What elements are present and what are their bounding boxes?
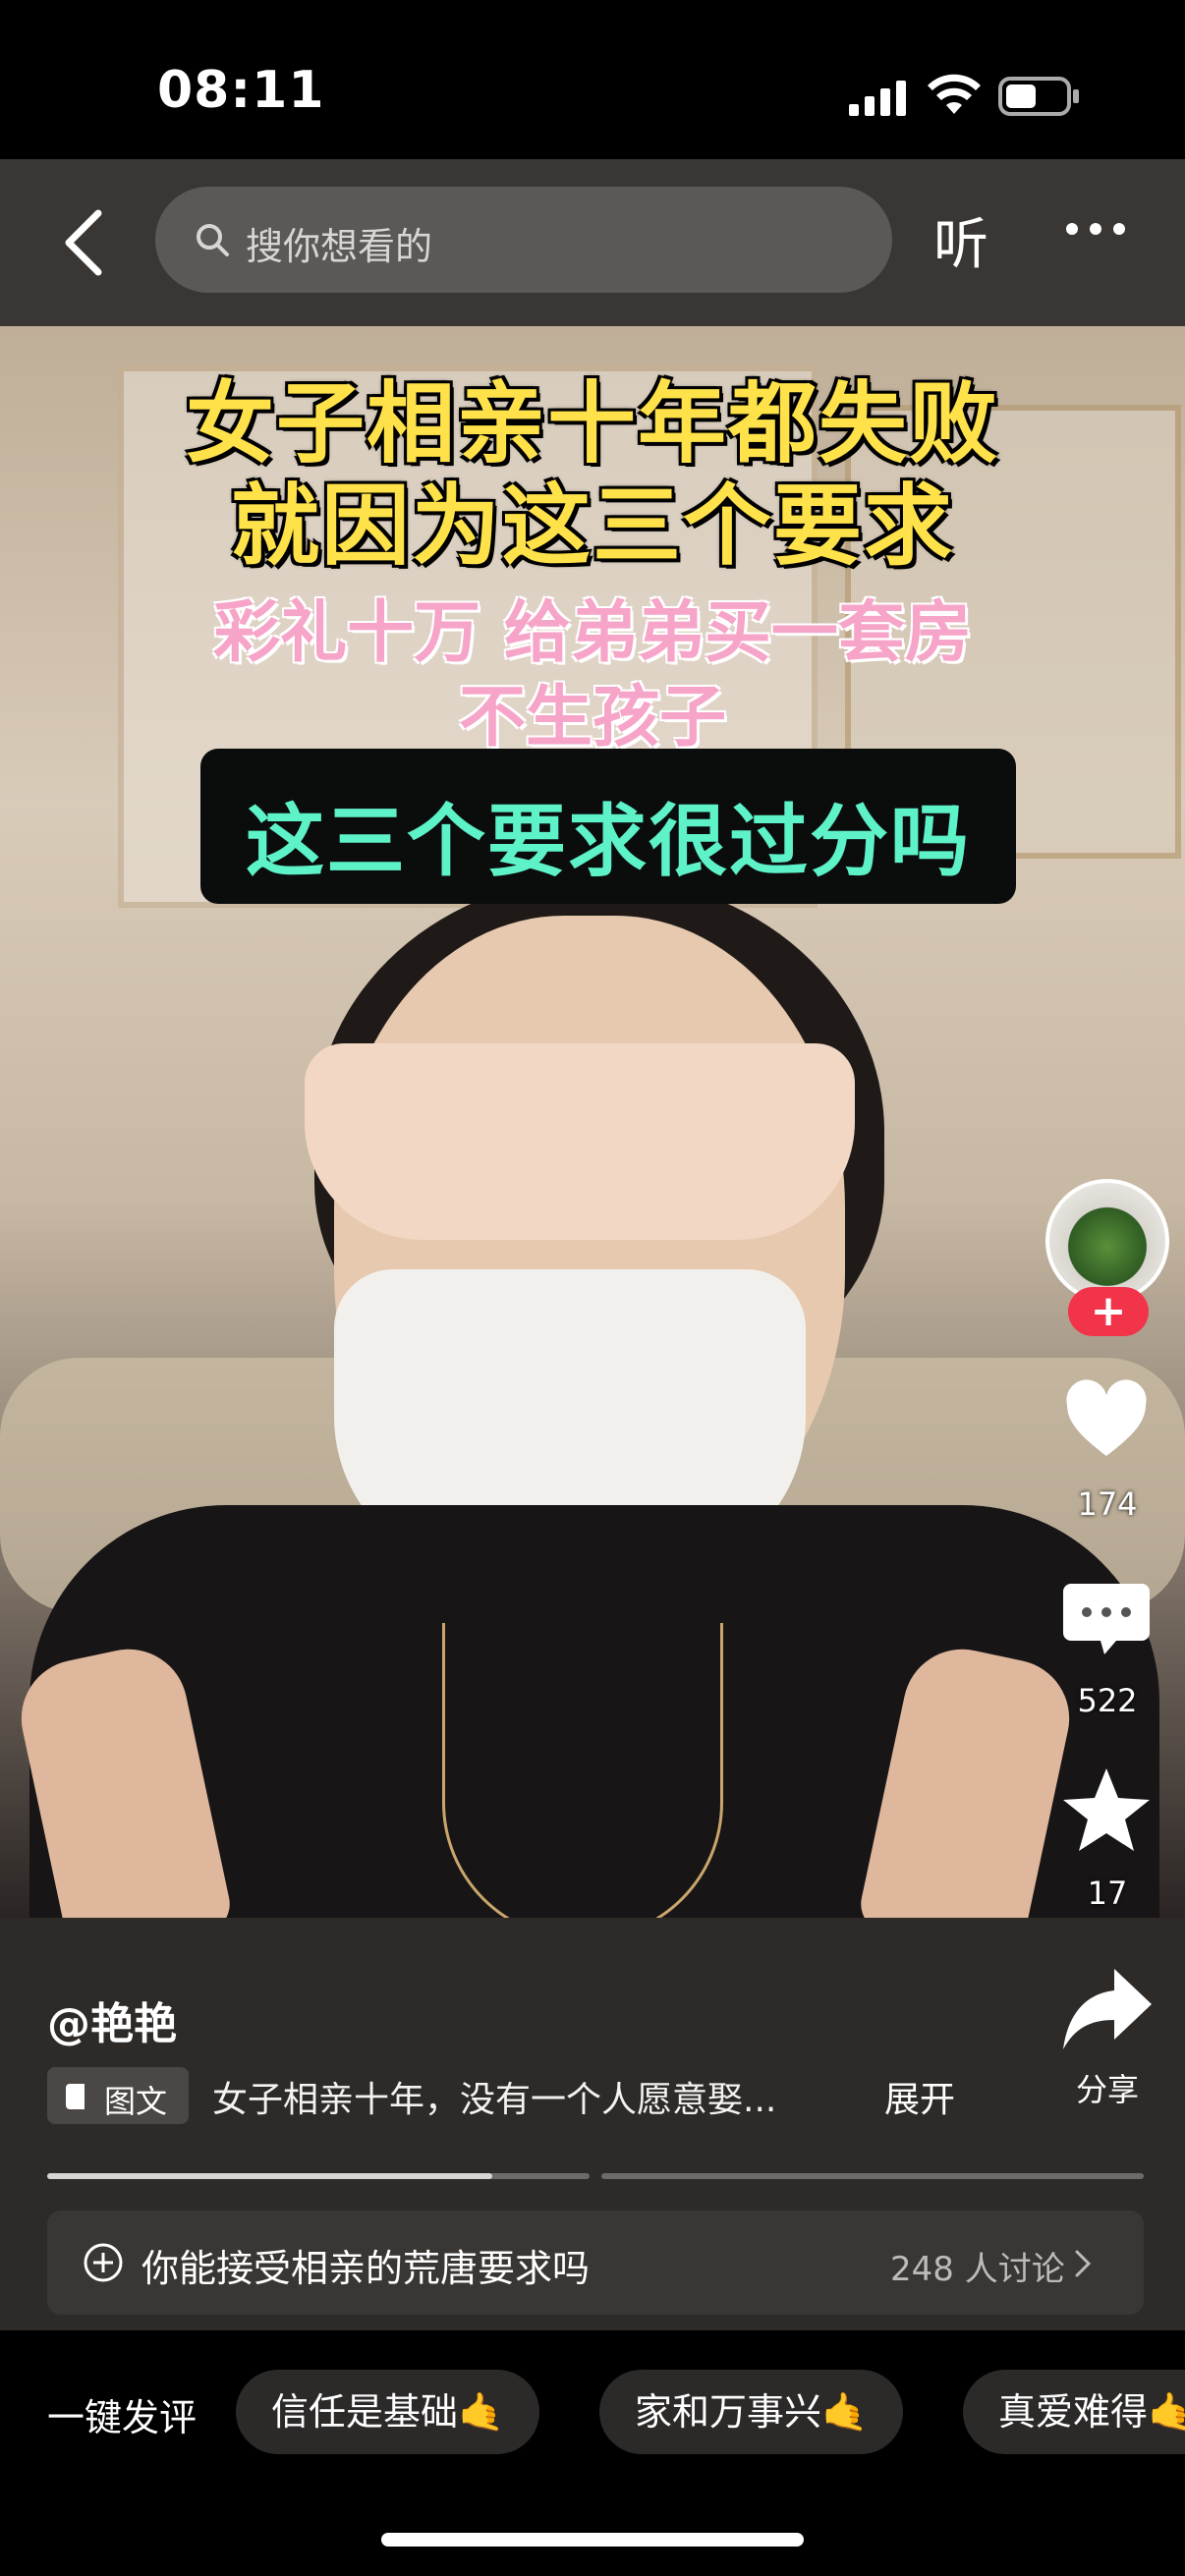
carousel-progress-1 xyxy=(47,2173,590,2179)
discussion-topic-bar[interactable]: 你能接受相亲的荒唐要求吗 248 人讨论 xyxy=(47,2211,1144,2315)
follow-plus-icon[interactable]: + xyxy=(1068,1287,1149,1336)
add-circle-icon xyxy=(84,2243,123,2282)
comment-bubble-icon[interactable] xyxy=(1061,1576,1152,1666)
question-banner: 这三个要求很过分吗 xyxy=(200,749,1016,904)
like-heart-icon[interactable] xyxy=(1061,1375,1152,1466)
post-type-label: 图文 xyxy=(104,2083,168,2120)
subtitle-line-1: 彩礼十万 给弟弟买一套房 xyxy=(213,594,972,672)
image-text-icon xyxy=(66,2084,93,2109)
share-arrow-icon[interactable] xyxy=(1061,1965,1154,2053)
question-banner-text: 这三个要求很过分吗 xyxy=(246,796,971,887)
carousel-progress-fill-1 xyxy=(47,2173,492,2179)
comment-count: 522 xyxy=(1077,1682,1138,1719)
post-info-panel: @艳艳 图文 女子相亲十年，没有一个人愿意娶... 展开 分享 你能接受相亲的荒… xyxy=(0,1918,1185,2330)
headline-line-2: 就因为这三个要求 xyxy=(231,475,954,578)
listen-button[interactable]: 听 xyxy=(933,200,988,280)
share-label[interactable]: 分享 xyxy=(1022,2065,1185,2110)
status-bar: 08:11 xyxy=(0,0,1185,159)
favorite-count: 17 xyxy=(1087,1875,1128,1912)
author-name[interactable]: @艳艳 xyxy=(47,1988,177,2051)
search-bar[interactable]: 搜你想看的 xyxy=(155,187,892,293)
search-icon xyxy=(197,224,229,256)
wifi-icon xyxy=(928,74,981,114)
topic-discussion-count: 248 人讨论 xyxy=(890,2250,1065,2289)
quick-comment-chip[interactable]: 真爱难得🤙 xyxy=(963,2370,1185,2454)
more-options-icon[interactable] xyxy=(1063,220,1128,238)
quick-comment-label: 一键发评 xyxy=(47,2396,198,2439)
necklace xyxy=(442,1623,723,1918)
top-nav-bar: 搜你想看的 听 xyxy=(0,159,1185,326)
video-player[interactable]: 女子相亲十年都失败 就因为这三个要求 彩礼十万 给弟弟买一套房 不生孩子 这三个… xyxy=(0,326,1185,1918)
back-arrow-icon[interactable] xyxy=(55,203,114,282)
quick-comment-chip[interactable]: 信任是基础🤙 xyxy=(236,2370,540,2454)
quick-comment-chip[interactable]: 家和万事兴🤙 xyxy=(599,2370,904,2454)
cellular-signal-icon xyxy=(849,81,906,116)
subtitle-line-2: 不生孩子 xyxy=(458,679,726,756)
like-count: 174 xyxy=(1077,1485,1138,1523)
post-description[interactable]: 女子相亲十年，没有一个人愿意娶... xyxy=(212,2071,776,2122)
post-type-tag: 图文 xyxy=(47,2067,189,2124)
chevron-right-icon xyxy=(1075,2250,1092,2277)
favorite-star-icon[interactable] xyxy=(1061,1764,1152,1855)
eye-mask xyxy=(305,1043,855,1240)
expand-button[interactable]: 展开 xyxy=(884,2071,955,2122)
carousel-progress-2 xyxy=(601,2173,1144,2179)
home-indicator[interactable] xyxy=(381,2533,804,2547)
topic-text: 你能接受相亲的荒唐要求吗 xyxy=(141,2247,591,2290)
author-avatar[interactable] xyxy=(1045,1179,1169,1303)
status-time: 08:11 xyxy=(157,61,325,120)
battery-icon xyxy=(998,77,1079,116)
search-placeholder: 搜你想看的 xyxy=(246,225,433,268)
